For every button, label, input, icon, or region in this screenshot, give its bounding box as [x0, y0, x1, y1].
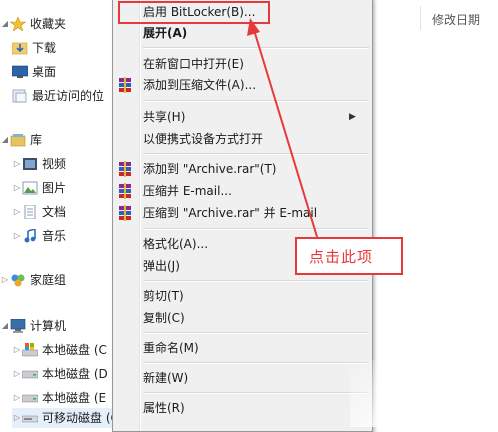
- annotation-callout: 点击此项: [295, 237, 403, 275]
- screenshot-fade: [350, 360, 498, 427]
- callout-text: 点击此项: [309, 248, 374, 266]
